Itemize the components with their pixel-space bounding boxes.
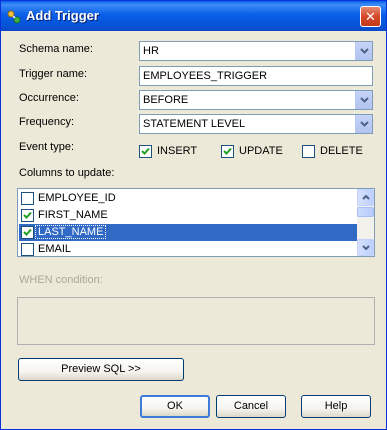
column-checkbox[interactable] bbox=[21, 209, 34, 222]
schema-name-value: HR bbox=[143, 45, 159, 57]
checkmark-icon bbox=[223, 147, 232, 155]
delete-label: DELETE bbox=[320, 145, 363, 157]
chevron-down-icon bbox=[360, 121, 369, 127]
checkmark-icon bbox=[23, 228, 32, 236]
list-item[interactable]: FIRST_NAME bbox=[19, 207, 357, 224]
scroll-up-button[interactable] bbox=[357, 189, 374, 206]
scroll-down-button[interactable] bbox=[357, 239, 374, 256]
scroll-thumb[interactable] bbox=[357, 207, 374, 217]
window-title: Add Trigger bbox=[26, 8, 99, 23]
update-checkbox[interactable] bbox=[221, 145, 234, 158]
list-item-label: FIRST_NAME bbox=[38, 209, 108, 221]
frequency-select[interactable]: STATEMENT LEVEL bbox=[139, 114, 373, 134]
help-button[interactable]: Help bbox=[301, 395, 371, 418]
insert-label: INSERT bbox=[157, 145, 198, 157]
frequency-dropdown-button[interactable] bbox=[355, 115, 372, 133]
chevron-down-icon bbox=[360, 97, 369, 103]
list-scrollbar[interactable] bbox=[357, 189, 374, 256]
preview-sql-button[interactable]: Preview SQL >> bbox=[18, 358, 184, 381]
schema-name-label: Schema name: bbox=[19, 43, 93, 55]
event-type-label: Event type: bbox=[19, 141, 75, 153]
list-item-label: EMAIL bbox=[38, 243, 72, 255]
list-item[interactable]: EMPLOYEE_ID bbox=[19, 190, 357, 207]
occurrence-select[interactable]: BEFORE bbox=[139, 90, 373, 110]
list-item-label: LAST_NAME bbox=[34, 225, 107, 239]
cancel-button[interactable]: Cancel bbox=[216, 395, 286, 418]
close-button[interactable]: ✕ bbox=[360, 6, 381, 27]
column-checkbox[interactable] bbox=[21, 243, 34, 256]
occurrence-dropdown-button[interactable] bbox=[355, 91, 372, 109]
add-trigger-dialog: Add Trigger ✕ Schema name: HR Trigger na… bbox=[0, 0, 387, 430]
column-checkbox[interactable] bbox=[21, 192, 34, 205]
title-bar[interactable]: Add Trigger ✕ bbox=[1, 1, 386, 31]
list-item[interactable]: EMAIL bbox=[19, 241, 357, 256]
occurrence-value: BEFORE bbox=[143, 94, 189, 106]
arrow-down-icon bbox=[362, 245, 370, 250]
list-item-selected[interactable]: LAST_NAME bbox=[19, 224, 357, 241]
insert-checkbox[interactable] bbox=[139, 145, 152, 158]
when-condition-label: WHEN condition: bbox=[19, 274, 103, 286]
ok-button[interactable]: OK bbox=[140, 395, 210, 418]
trigger-name-value: EMPLOYEES_TRIGGER bbox=[143, 70, 268, 82]
schema-name-select[interactable]: HR bbox=[139, 41, 373, 61]
when-condition-input bbox=[17, 297, 375, 345]
chevron-down-icon bbox=[360, 48, 369, 54]
schema-dropdown-button[interactable] bbox=[355, 42, 372, 60]
update-label: UPDATE bbox=[239, 145, 283, 157]
columns-label: Columns to update: bbox=[19, 167, 115, 179]
frequency-value: STATEMENT LEVEL bbox=[143, 118, 246, 130]
checkmark-icon bbox=[141, 147, 150, 155]
trigger-name-input[interactable]: EMPLOYEES_TRIGGER bbox=[139, 66, 373, 86]
delete-checkbox[interactable] bbox=[302, 145, 315, 158]
trigger-icon bbox=[7, 10, 21, 24]
list-item-label: EMPLOYEE_ID bbox=[38, 192, 116, 204]
frequency-label: Frequency: bbox=[19, 116, 75, 128]
columns-list[interactable]: EMPLOYEE_ID FIRST_NAME LAST_NAME EMAIL bbox=[17, 188, 375, 257]
column-checkbox[interactable] bbox=[21, 226, 34, 239]
arrow-up-icon bbox=[362, 195, 370, 200]
occurrence-label: Occurrence: bbox=[19, 92, 79, 104]
trigger-name-label: Trigger name: bbox=[19, 68, 88, 80]
checkmark-icon bbox=[23, 211, 32, 219]
